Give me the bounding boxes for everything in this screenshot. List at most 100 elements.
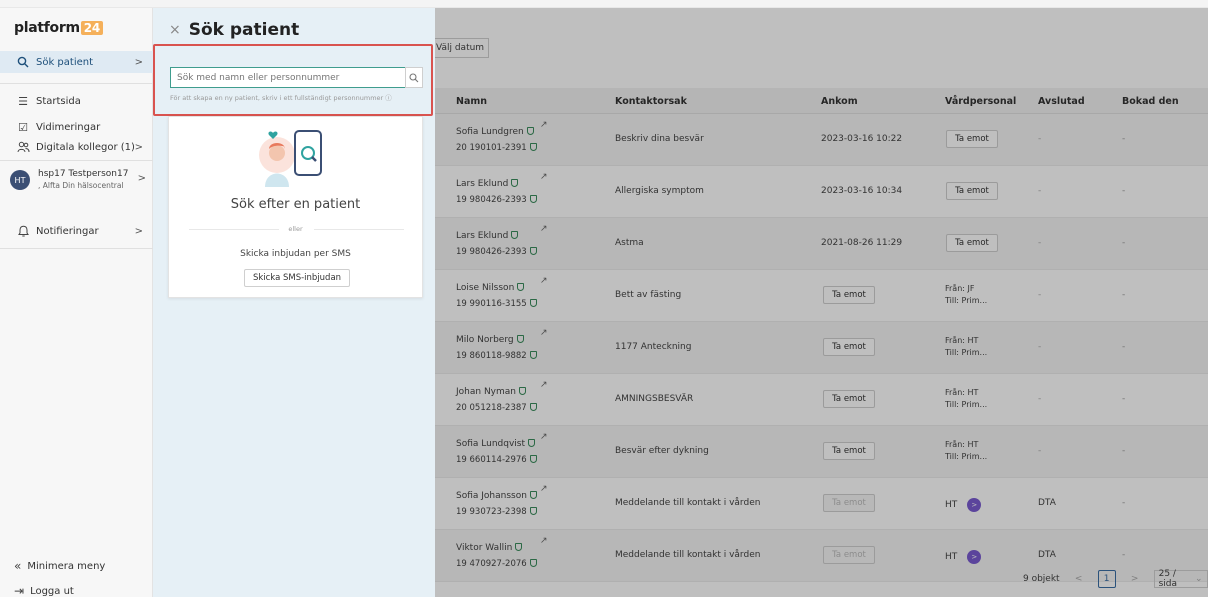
top-bar xyxy=(0,0,1208,8)
table-row[interactable]: Johan Nyman 20 051218-2387 ↗ AMNINGSBESVÄR T… xyxy=(435,374,1208,426)
search-input[interactable] xyxy=(170,67,406,88)
arrival-time: 2021-08-26 11:29 xyxy=(821,238,903,248)
column-header-bokad[interactable]: Bokad den xyxy=(1122,96,1179,107)
doctor-phone-illustration xyxy=(259,130,322,187)
sms-invite-label: Skicka inbjudan per SMS xyxy=(240,249,351,259)
patient-name[interactable]: Viktor Wallin xyxy=(456,543,512,553)
external-link-icon[interactable]: ↗ xyxy=(540,432,548,442)
shield-icon xyxy=(529,559,537,567)
user-profile[interactable]: HT hsp17 Testperson17 , Alfta Din hälsoc… xyxy=(10,164,150,196)
search-icon xyxy=(409,72,419,82)
accept-button[interactable]: Ta emot xyxy=(946,234,998,252)
contact-reason: 1177 Anteckning xyxy=(615,342,692,352)
sidebar-item-sok-patient[interactable]: Sök patient > xyxy=(0,51,153,73)
next-page-button[interactable]: > xyxy=(1126,570,1144,588)
list-icon: ☰ xyxy=(18,94,28,108)
patient-name[interactable]: Johan Nyman xyxy=(456,387,516,397)
arrival-time: 2023-03-16 10:22 xyxy=(821,134,903,144)
accept-button: Ta emot xyxy=(823,494,875,512)
page-button[interactable]: 1 xyxy=(1097,570,1116,588)
column-header-reason[interactable]: Kontaktorsak xyxy=(615,96,687,107)
table-row[interactable]: Loise Nilsson 19 990116-3155 ↗ Bett av fäst… xyxy=(435,270,1208,322)
contact-reason: Allergiska symptom xyxy=(615,186,704,196)
patient-name[interactable]: Sofia Lundqvist xyxy=(456,439,525,449)
sidebar-item-label: Notifieringar xyxy=(36,225,99,237)
personal-number: 19 930723-2398 xyxy=(456,507,527,517)
shield-icon xyxy=(519,387,526,395)
accept-button[interactable]: Ta emot xyxy=(823,442,875,460)
table-row[interactable]: Lars Eklund 19 980426-2393 ↗ Astma 2021-08-2… xyxy=(435,218,1208,270)
column-header-avslutad[interactable]: Avslutad xyxy=(1038,96,1085,107)
people-icon xyxy=(16,140,30,154)
shield-icon xyxy=(511,179,519,187)
patient-name[interactable]: Loise Nilsson xyxy=(456,283,514,293)
date-picker-button[interactable]: Välj datum xyxy=(429,38,489,58)
accept-button[interactable]: Ta emot xyxy=(823,338,875,356)
patient-cell: Milo Norberg 19 860118-9882 xyxy=(456,332,537,364)
chevron-right-icon: > xyxy=(137,173,146,184)
booked-date: - xyxy=(1122,446,1126,456)
patient-cell: Sofia Johansson 19 930723-2398 xyxy=(456,488,537,520)
accept-button[interactable]: Ta emot xyxy=(823,390,875,408)
logout-button[interactable]: ⇥ Logga ut xyxy=(14,584,74,597)
search-hint: För att skapa en ny patient, skriv i ett… xyxy=(170,94,392,102)
shield-icon xyxy=(529,299,537,307)
sidebar-item-startsida[interactable]: ☰ Startsida xyxy=(0,90,153,112)
divider xyxy=(0,160,153,161)
logo: platform 24 xyxy=(14,20,103,36)
external-link-icon[interactable]: ↗ xyxy=(540,172,548,182)
info-icon: ⓘ xyxy=(385,94,392,102)
external-link-icon[interactable]: ↗ xyxy=(540,224,548,234)
patient-name[interactable]: Milo Norberg xyxy=(456,335,514,345)
external-link-icon[interactable]: ↗ xyxy=(540,484,548,494)
booked-date: - xyxy=(1122,498,1126,508)
page-size-select[interactable]: 25 / sida ⌄ xyxy=(1153,569,1208,589)
booked-date: - xyxy=(1122,186,1126,196)
table-row[interactable]: Lars Eklund 19 980426-2393 ↗ Allergiska sym… xyxy=(435,166,1208,218)
external-link-icon[interactable]: ↗ xyxy=(540,276,548,286)
patient-name[interactable]: Lars Eklund xyxy=(456,231,508,241)
patient-name[interactable]: Sofia Johansson xyxy=(456,491,527,501)
external-link-icon[interactable]: ↗ xyxy=(540,120,548,130)
personal-number: 20 190101-2391 xyxy=(456,143,527,153)
patient-cell: Viktor Wallin 19 470927-2076 xyxy=(456,540,537,572)
chevron-right-icon[interactable]: > xyxy=(967,550,982,564)
patient-name[interactable]: Sofia Lundgren xyxy=(456,127,524,137)
table-row[interactable]: Sofia Lundgren 20 190101-2391 ↗ Beskriv din… xyxy=(435,114,1208,166)
accept-button[interactable]: Ta emot xyxy=(823,286,875,304)
table-row[interactable]: Milo Norberg 19 860118-9882 ↗ 1177 Anteckni… xyxy=(435,322,1208,374)
external-link-icon[interactable]: ↗ xyxy=(540,328,548,338)
external-link-icon[interactable]: ↗ xyxy=(540,536,548,546)
search-empty-card: Sök efter en patient eller Skicka inbjud… xyxy=(168,116,423,298)
sidebar-item-digitala-kollegor[interactable]: Digitala kollegor (1) > xyxy=(0,136,153,158)
main-content: Välj datum Namn Kontaktorsak Ankom Vårdp… xyxy=(429,8,1208,597)
chevron-right-icon: > xyxy=(134,141,143,153)
column-header-ankom[interactable]: Ankom xyxy=(821,96,858,107)
table-row[interactable]: Sofia Lundqvist 19 660114-2976 ↗ Besvär eft… xyxy=(435,426,1208,478)
column-header-name[interactable]: Namn xyxy=(456,96,487,107)
sidebar-item-label: Vidimeringar xyxy=(36,121,101,133)
chevron-right-icon[interactable]: > xyxy=(967,498,982,512)
patient-name[interactable]: Lars Eklund xyxy=(456,179,508,189)
care-staff: HT > xyxy=(945,550,982,564)
table-row[interactable]: Sofia Johansson 19 930723-2398 ↗ Meddelande… xyxy=(435,478,1208,530)
transfer-info: Från: HT Till: Prim... xyxy=(945,336,988,357)
sidebar-item-notifieringar[interactable]: Notifieringar > xyxy=(0,220,153,242)
table-header: Namn Kontaktorsak Ankom Vårdpersonal Avs… xyxy=(435,88,1208,114)
shield-icon xyxy=(511,231,519,239)
accept-button[interactable]: Ta emot xyxy=(946,182,998,200)
search-icon xyxy=(16,55,30,69)
send-sms-invite-button[interactable]: Skicka SMS-inbjudan xyxy=(244,269,350,287)
pagination: 9 objekt < 1 > 25 / sida ⌄ xyxy=(1023,569,1208,589)
personal-number: 20 051218-2387 xyxy=(456,403,527,413)
close-icon[interactable]: × xyxy=(169,22,181,38)
prev-page-button[interactable]: < xyxy=(1070,570,1088,588)
external-link-icon[interactable]: ↗ xyxy=(540,380,548,390)
column-header-vardpersonal[interactable]: Vårdpersonal xyxy=(945,96,1016,107)
booked-date: - xyxy=(1122,550,1126,560)
minimize-menu-button[interactable]: « Minimera meny xyxy=(14,559,105,573)
search-button[interactable] xyxy=(405,67,423,88)
accept-button[interactable]: Ta emot xyxy=(946,130,998,148)
personal-number: 19 980426-2393 xyxy=(456,195,527,205)
sidebar-item-vidimeringar[interactable]: ☑ Vidimeringar xyxy=(0,116,153,138)
